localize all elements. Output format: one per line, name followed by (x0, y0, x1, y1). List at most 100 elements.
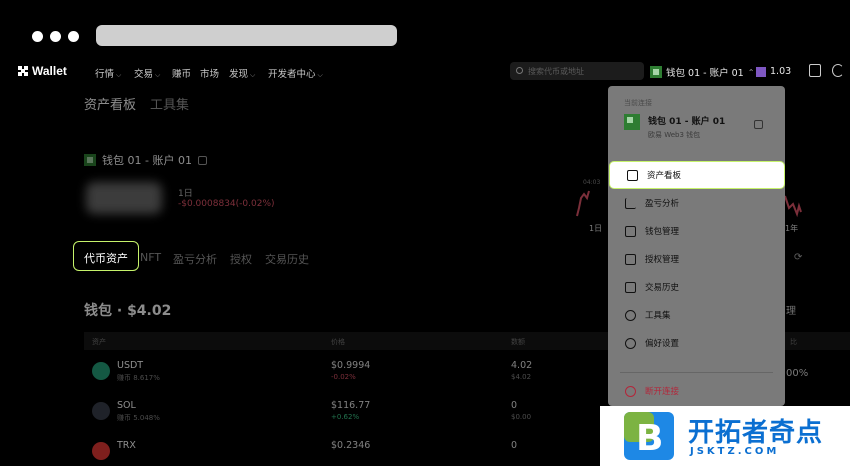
account-dropdown: 当前连接 钱包 01 - 账户 01 欧易 Web3 钱包 资产看板 盈亏分析 … (608, 86, 785, 406)
col-price: 价格 (331, 338, 345, 346)
chart-range-1y[interactable]: 1年 (785, 223, 798, 233)
wallet-heading: 钱包 · $4.02 (84, 303, 172, 319)
asset-sub: 赚币 8.617% (117, 374, 160, 382)
table-row[interactable]: SOL 赚币 5.048% $116.77 +0.62% 0 $0.00 (84, 394, 684, 432)
balance-button[interactable]: 1.03 (756, 66, 791, 77)
asset-amount: 0 (511, 400, 518, 411)
auth-icon (625, 253, 636, 265)
download-icon[interactable] (809, 64, 821, 77)
wallet-icon (625, 225, 636, 237)
nav-item-market[interactable]: 行情 ⌵ (95, 66, 121, 80)
top-nav: Wallet 行情 ⌵ 交易 ⌵ 赚币 市场 发现 ⌵ 开发者中心 ⌵ 搜索代币或地址 … (0, 56, 850, 86)
wrench-icon (625, 309, 636, 321)
chevron-down-icon: ⌵ (317, 71, 323, 79)
nav-item-trade[interactable]: 交易 ⌵ (134, 66, 160, 80)
current-account: 钱包 01 - 账户 01 欧易 Web3 钱包 (624, 114, 725, 140)
dashboard-icon (627, 169, 638, 181)
manage-label[interactable]: 理 (786, 302, 796, 317)
chart-line-right (784, 195, 802, 218)
col-asset: 资产 (92, 338, 106, 346)
avatar (650, 66, 662, 78)
theme-toggle-icon[interactable] (832, 64, 844, 77)
account-switcher-button[interactable]: 钱包 01 - 账户 01 ⌃ (650, 65, 754, 79)
pnl-value: -$0.0008834(-0.02%) (178, 199, 275, 209)
col-share: 比 (790, 338, 797, 346)
balance-value: 1.03 (770, 66, 792, 77)
wallet-logo[interactable]: Wallet (18, 64, 67, 78)
asset-price: $0.9994 (331, 360, 371, 371)
disconnect-button[interactable]: 断开连接 (608, 378, 785, 404)
wallet-name-row: 钱包 01 - 账户 01 (84, 152, 207, 168)
watermark: B 开拓者奇点 JSKTZ.COM (600, 406, 850, 466)
search-input[interactable]: 搜索代币或地址 (510, 62, 644, 80)
tab-tx-history[interactable]: 交易历史 (265, 251, 309, 267)
chevron-up-icon: ⌃ (747, 67, 755, 77)
tab-asset-dashboard[interactable]: 资产看板 (84, 94, 136, 113)
svg-text:B: B (636, 418, 663, 459)
address-bar[interactable] (96, 25, 397, 46)
okx-logo-icon (18, 66, 28, 76)
watermark-title: 开拓者奇点 (688, 418, 824, 448)
table-row[interactable]: USDT 赚币 8.617% $0.9994 -0.02% 4.02 $4.02 (84, 354, 684, 392)
asset-symbol: TRX (117, 440, 136, 451)
settings-icon (625, 337, 636, 349)
refresh-icon[interactable]: ⟳ (794, 252, 802, 263)
divider (620, 372, 773, 373)
table-row[interactable]: TRX $0.2346 0 (84, 434, 684, 466)
asset-amount: 0 (511, 440, 518, 451)
chevron-down-icon: ⌵ (116, 71, 122, 79)
chart-line-left (576, 190, 590, 217)
nav-item-discover[interactable]: 发现 ⌵ (229, 66, 255, 80)
tab-nft[interactable]: NFT (140, 251, 161, 264)
account-name: 钱包 01 - 账户 01 (648, 117, 726, 127)
nav-item-earn[interactable]: 赚币 (172, 66, 191, 80)
logo-text: Wallet (32, 64, 67, 78)
copy-icon[interactable] (754, 120, 763, 129)
nav-item-marketplace[interactable]: 市场 (200, 66, 219, 80)
menu-item-approval-management[interactable]: 授权管理 (608, 246, 785, 272)
tab-pnl-analysis[interactable]: 盈亏分析 (173, 251, 217, 267)
avatar (84, 154, 96, 166)
menu-item-wallet-management[interactable]: 钱包管理 (608, 218, 785, 244)
search-icon (516, 67, 523, 74)
asset-amount-usd: $4.02 (511, 373, 532, 381)
menu-item-pnl-analysis[interactable]: 盈亏分析 (608, 190, 785, 216)
wallet-name: 钱包 01 - 账户 01 (102, 154, 192, 167)
menu-item-toolset[interactable]: 工具集 (608, 302, 785, 328)
asset-change: +0.62% (331, 413, 360, 421)
history-icon (625, 281, 636, 293)
trend-icon (625, 197, 636, 209)
asset-symbol: SOL (117, 400, 136, 411)
account-label: 钱包 01 - 账户 01 (666, 68, 744, 79)
tab-approvals[interactable]: 授权 (230, 251, 252, 267)
window-dot (32, 31, 43, 42)
window-dot (50, 31, 61, 42)
chart-range-1d[interactable]: 1日 (589, 224, 602, 233)
share-value: 00% (786, 368, 809, 379)
tab-toolset[interactable]: 工具集 (150, 94, 189, 113)
unlink-icon (625, 385, 636, 397)
menu-item-preferences[interactable]: 偏好设置 (608, 330, 785, 356)
asset-amount: 4.02 (511, 360, 533, 371)
asset-change: -0.02% (331, 373, 356, 381)
pnl-period: 1日 (178, 189, 193, 199)
browser-chrome (0, 0, 850, 52)
chevron-down-icon: ⌵ (155, 71, 161, 79)
watermark-url: JSKTZ.COM (690, 446, 780, 457)
menu-item-tx-history[interactable]: 交易历史 (608, 274, 785, 300)
asset-price: $116.77 (331, 400, 371, 411)
avatar (624, 114, 640, 130)
account-sub: 欧易 Web3 钱包 (648, 131, 701, 139)
chevron-down-icon: ⌵ (250, 71, 256, 79)
asset-price: $0.2346 (331, 440, 371, 451)
sol-icon (92, 402, 110, 420)
asset-amount-usd: $0.00 (511, 413, 532, 421)
asset-sub: 赚币 5.048% (117, 414, 160, 422)
copy-icon[interactable] (197, 155, 207, 165)
usdt-icon (92, 362, 110, 380)
hidden-balance (86, 182, 162, 214)
window-dot (68, 31, 79, 42)
nav-item-developer[interactable]: 开发者中心 ⌵ (268, 66, 323, 80)
menu-item-asset-dashboard[interactable]: 资产看板 (609, 161, 785, 189)
tab-token-assets[interactable]: 代币资产 (73, 241, 139, 271)
